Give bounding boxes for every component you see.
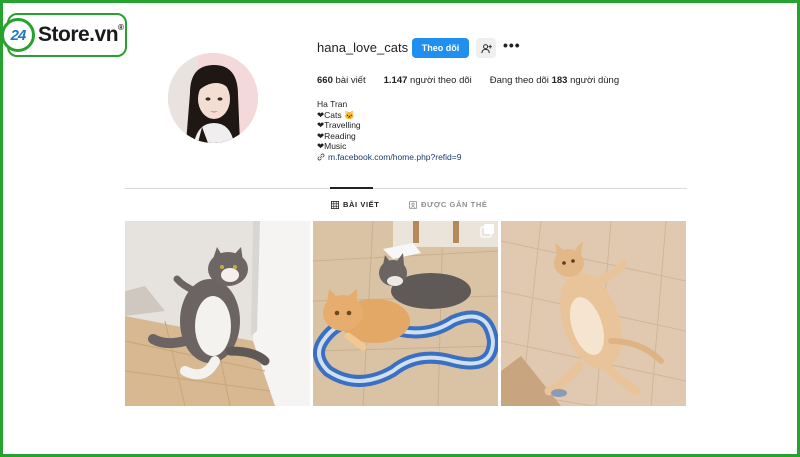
tabs-divider [125,188,687,189]
bio-line: ❤Reading [317,130,356,141]
post-thumbnail[interactable] [313,221,498,406]
tab-tagged[interactable]: ĐƯỢC GẮN THẺ [409,200,488,209]
profile-avatar[interactable] [168,53,258,143]
active-tab-indicator [330,187,373,189]
bio-line: ❤Music [317,141,347,152]
followers-stat[interactable]: 1.147 người theo dõi [384,75,472,86]
add-user-icon [480,43,492,53]
bio-name: Ha Tran [317,99,348,109]
tab-posts[interactable]: BÀI VIẾT [331,200,379,209]
post-thumbnail[interactable] [125,221,310,406]
follow-button[interactable]: Theo dõi [412,38,469,58]
logo-badge: 24 [3,18,35,52]
link-icon [317,153,325,161]
grid-icon [331,200,339,209]
bio-line: ❤Travelling [317,120,361,131]
post-thumbnail[interactable] [501,221,686,406]
logo-brand: Store.vn® [38,23,124,46]
store-logo: 24 Store.vn® [3,13,127,57]
screenshot-frame: 24 Store.vn® hana_love_cats Theo dõi •••… [0,0,800,457]
more-options-button[interactable]: ••• [503,37,521,55]
profile-bio: Ha Tran ❤Cats 🐱 ❤Travelling ❤Reading ❤Mu… [317,99,461,163]
bio-link[interactable]: m.facebook.com/home.php?refid=9 [317,152,461,163]
more-dots-icon: ••• [503,37,521,53]
profile-username: hana_love_cats [317,40,409,55]
tag-person-icon [409,200,417,209]
bio-line: ❤Cats 🐱 [317,109,355,120]
suggest-users-button[interactable] [476,38,496,58]
posts-stat[interactable]: 660 bài viết [317,75,366,86]
profile-stats: 660 bài viết 1.147 người theo dõi Đang t… [317,75,637,86]
following-stat[interactable]: Đang theo dõi 183 người dùng [490,75,619,86]
